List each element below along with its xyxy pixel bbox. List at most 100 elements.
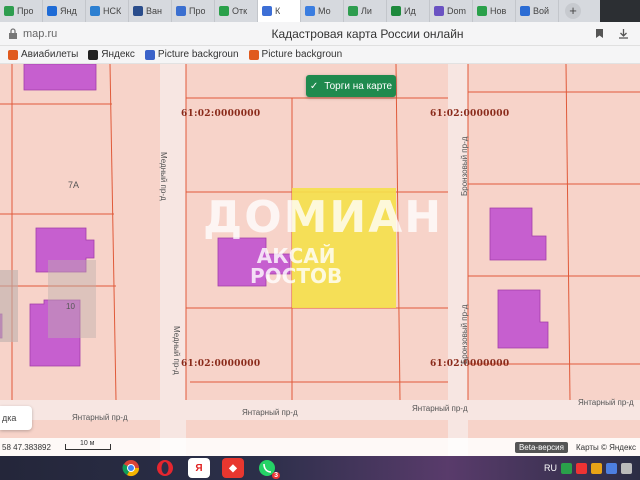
tab-9[interactable]: Ид (387, 0, 430, 22)
faded-structure (48, 260, 96, 338)
tray-app-icon[interactable] (576, 462, 587, 474)
opera-icon[interactable] (154, 458, 176, 478)
tab-label: К (275, 6, 281, 16)
street-label-yantarnyi: Янтарный пр-д (72, 413, 128, 422)
tab-label: Отк (232, 6, 248, 16)
yandex-browser-icon[interactable]: Я (188, 458, 210, 478)
tab-3[interactable]: Ван (129, 0, 172, 22)
speaker-icon[interactable] (621, 462, 632, 474)
tab-favicon-icon (434, 6, 444, 16)
faded-structure (0, 270, 18, 342)
address-bar: map.ru Кадастровая карта России онлайн (0, 22, 640, 46)
tab-label: НСК (103, 6, 122, 16)
scale-bar: 10 м (64, 440, 111, 450)
tab-5[interactable]: Отк (215, 0, 258, 22)
torgi-on-map-button[interactable]: ✓ Торги на карте (306, 75, 396, 97)
tray-app-icon[interactable] (606, 462, 617, 474)
bookmark-favicon-icon (88, 49, 99, 60)
url-field[interactable]: map.ru (23, 28, 143, 40)
tab-favicon-icon (176, 6, 186, 16)
street-label-mednyi: Медный пр-д (159, 152, 168, 201)
street-label-yantarnyi: Янтарный пр-д (242, 408, 298, 417)
cadastral-label: 61:02:0000000 (181, 109, 261, 119)
new-tab-button[interactable]: + (565, 3, 581, 19)
road-bronzovyi (448, 64, 468, 456)
street-label-bronzovyi: Бронзовый пр-д (460, 136, 469, 196)
tab-favicon-icon (219, 6, 229, 16)
tab-label: Dom (447, 6, 467, 16)
tab-favicon-icon (520, 6, 530, 16)
system-tray: RU (544, 462, 640, 474)
bookmark-favicon-icon (8, 49, 18, 60)
tab-12[interactable]: Вой (516, 0, 559, 22)
tab-label: Вой (533, 6, 550, 16)
tab-10[interactable]: Dom (430, 0, 473, 22)
tab-0[interactable]: Про (0, 0, 43, 22)
map-attribution[interactable]: Карты © Яндекс (576, 443, 636, 452)
bookmark-favicon-icon (144, 49, 155, 60)
tab-8[interactable]: Ли (344, 0, 387, 22)
tab-label: Ид (404, 6, 416, 16)
tab-favicon-icon (90, 6, 100, 16)
tab-6[interactable]: К (258, 0, 301, 22)
page-title: Кадастровая карта России онлайн (271, 26, 464, 41)
plot-number: 10 (66, 302, 75, 311)
tab-11[interactable]: Нов (473, 0, 516, 22)
street-label-mednyi-lower: Медный пр-д (172, 326, 181, 375)
bookmarks-bar: Авиабилеты Яндекс Picture backgroun Pict… (0, 46, 640, 64)
taskbar: Я ◆ 3 RU (0, 456, 640, 480)
tab-label: Нов (490, 6, 507, 16)
cadastral-map[interactable]: ✓ Торги на карте 61:02:0000000 61:02:000… (0, 64, 640, 456)
tab-favicon-icon (262, 6, 272, 16)
tab-favicon-icon (391, 6, 401, 16)
street-label-bronzovyi-lower: Бронзовый пр-д (460, 304, 469, 364)
chrome-icon[interactable] (120, 458, 142, 478)
cadastral-label: 61:02:0000000 (181, 359, 261, 369)
download-icon[interactable] (616, 27, 630, 41)
language-indicator[interactable]: RU (544, 463, 557, 473)
map-status-bar: 58 47.383892 10 м Beta-версия Карты © Ян… (0, 438, 640, 456)
tab-bar: Про Янд НСК Ван Про Отк К Мо Ли Ид Dom Нов Вой + (0, 0, 640, 22)
tab-4[interactable]: Про (172, 0, 215, 22)
cadastral-label: 61:02:0000000 (430, 359, 510, 369)
tab-favicon-icon (47, 6, 57, 16)
whatsapp-icon[interactable]: 3 (256, 458, 280, 479)
tray-app-icon[interactable] (561, 462, 572, 474)
tab-7[interactable]: Мо (301, 0, 344, 22)
tab-2[interactable]: НСК (86, 0, 129, 22)
street-label-yantarnyi: Янтарный пр-д (578, 398, 634, 407)
plot-number: 7А (68, 180, 80, 190)
bookmark-icon[interactable] (592, 27, 606, 41)
tab-favicon-icon (133, 6, 143, 16)
tab-label: Мо (318, 6, 331, 16)
tab-label: Ли (361, 6, 372, 16)
tab-favicon-icon (477, 6, 487, 16)
tab-1[interactable]: Янд (43, 0, 86, 22)
tray-app-icon[interactable] (591, 462, 602, 474)
map-control[interactable]: дка (0, 406, 32, 430)
anydesk-icon[interactable]: ◆ (222, 458, 244, 478)
notification-badge: 3 (272, 472, 280, 479)
watermark-subtitle: АКСАЙ РОСТОВ (250, 244, 343, 288)
bookmark-yandex[interactable]: Яндекс (88, 49, 135, 60)
window-controls[interactable] (600, 0, 640, 22)
lock-icon (9, 27, 17, 39)
tab-label: Про (189, 6, 206, 16)
bookmark-aviabilety[interactable]: Авиабилеты (8, 49, 78, 60)
road-mednyi (160, 64, 186, 456)
bookmark-picture-background-1[interactable]: Picture backgroun (144, 49, 239, 60)
tab-label: Ван (146, 6, 162, 16)
bookmark-favicon-icon (248, 49, 259, 60)
tab-favicon-icon (305, 6, 315, 16)
coordinates-readout: 58 47.383892 (2, 442, 51, 452)
beta-badge[interactable]: Beta-версия (514, 441, 568, 453)
watermark-logo: ДОМИАН (203, 192, 444, 243)
tab-label: Янд (60, 6, 77, 16)
check-icon: ✓ (309, 80, 319, 92)
tab-label: Про (17, 6, 34, 16)
street-label-yantarnyi: Янтарный пр-д (412, 404, 468, 413)
bookmark-picture-background-2[interactable]: Picture backgroun (248, 49, 342, 60)
tab-favicon-icon (348, 6, 358, 16)
cadastral-label: 61:02:0000000 (430, 109, 510, 119)
tab-favicon-icon (4, 6, 14, 16)
